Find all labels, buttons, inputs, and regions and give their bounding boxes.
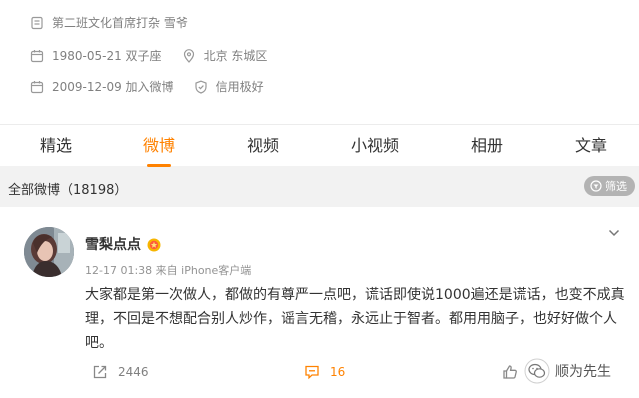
repost-count: 2446 — [118, 365, 149, 379]
post-meta: 12-17 01:38 来自 iPhone客户端 — [85, 262, 251, 278]
post-time[interactable]: 12-17 01:38 — [85, 264, 152, 277]
feed-count-label: 全部微博（18198） — [8, 183, 128, 198]
info-row-tagline: 第二班文化首席打杂 雪爷 — [30, 14, 188, 31]
profile-tagline: 第二班文化首席打杂 雪爷 — [52, 16, 188, 30]
profile-joined-date: 2009-12-09 加入微博 — [52, 80, 174, 94]
profile-tabs: 精选 微博 视频 小视频 相册 文章 — [0, 124, 639, 167]
profile-info-panel: 第二班文化首席打杂 雪爷 1980-05-21 双子座 北京 东城区 2009-… — [0, 0, 639, 124]
profile-location: 北京 东城区 — [203, 49, 268, 63]
tab-featured[interactable]: 精选 — [16, 125, 96, 167]
tab-weibo[interactable]: 微博 — [119, 125, 199, 167]
avatar[interactable] — [24, 227, 74, 277]
post-card: 雪梨点点 12-17 01:38 来自 iPhone客户端 大家都是第一次做人，… — [0, 207, 639, 398]
comment-icon — [304, 364, 320, 380]
calendar-icon — [30, 49, 44, 63]
tab-short-video[interactable]: 小视频 — [335, 125, 415, 167]
calendar-icon — [30, 80, 44, 94]
tab-video[interactable]: 视频 — [223, 125, 303, 167]
filter-icon — [590, 180, 602, 192]
tag-icon — [30, 16, 44, 30]
thumbs-up-icon — [502, 364, 518, 380]
wechat-logo-icon — [524, 358, 550, 384]
filter-label: 筛选 — [605, 180, 627, 193]
comment-button[interactable]: 16 — [304, 360, 345, 384]
post-username[interactable]: 雪梨点点 — [85, 234, 141, 254]
info-row-birthday-location: 1980-05-21 双子座 北京 东城区 — [30, 47, 267, 64]
tab-album[interactable]: 相册 — [447, 125, 527, 167]
location-pin-icon — [182, 48, 196, 63]
filter-button[interactable]: 筛选 — [584, 176, 635, 196]
gold-badge-icon — [147, 237, 161, 252]
info-row-joined-credit: 2009-12-09 加入微博 信用极好 — [30, 78, 264, 95]
post-text: 大家都是第一次做人，都做的有尊严一点吧，谎话即使说1000遍还是谎话，也变不成真… — [85, 287, 625, 351]
tab-articles[interactable]: 文章 — [551, 125, 631, 167]
comment-count: 16 — [330, 365, 346, 379]
profile-birthday: 1980-05-21 双子座 — [52, 49, 162, 63]
profile-credit: 信用极好 — [215, 80, 264, 94]
repost-button[interactable]: 2446 — [92, 360, 149, 384]
repost-icon — [92, 364, 108, 380]
watermark-text: 顺为先生 — [555, 364, 611, 380]
watermark: 顺为先生 — [524, 358, 611, 384]
post-source: 来自 iPhone客户端 — [155, 264, 252, 277]
chevron-down-icon[interactable] — [607, 225, 621, 239]
feed-count-bar: 全部微博（18198） 筛选 — [0, 166, 639, 206]
shield-icon — [194, 80, 208, 94]
